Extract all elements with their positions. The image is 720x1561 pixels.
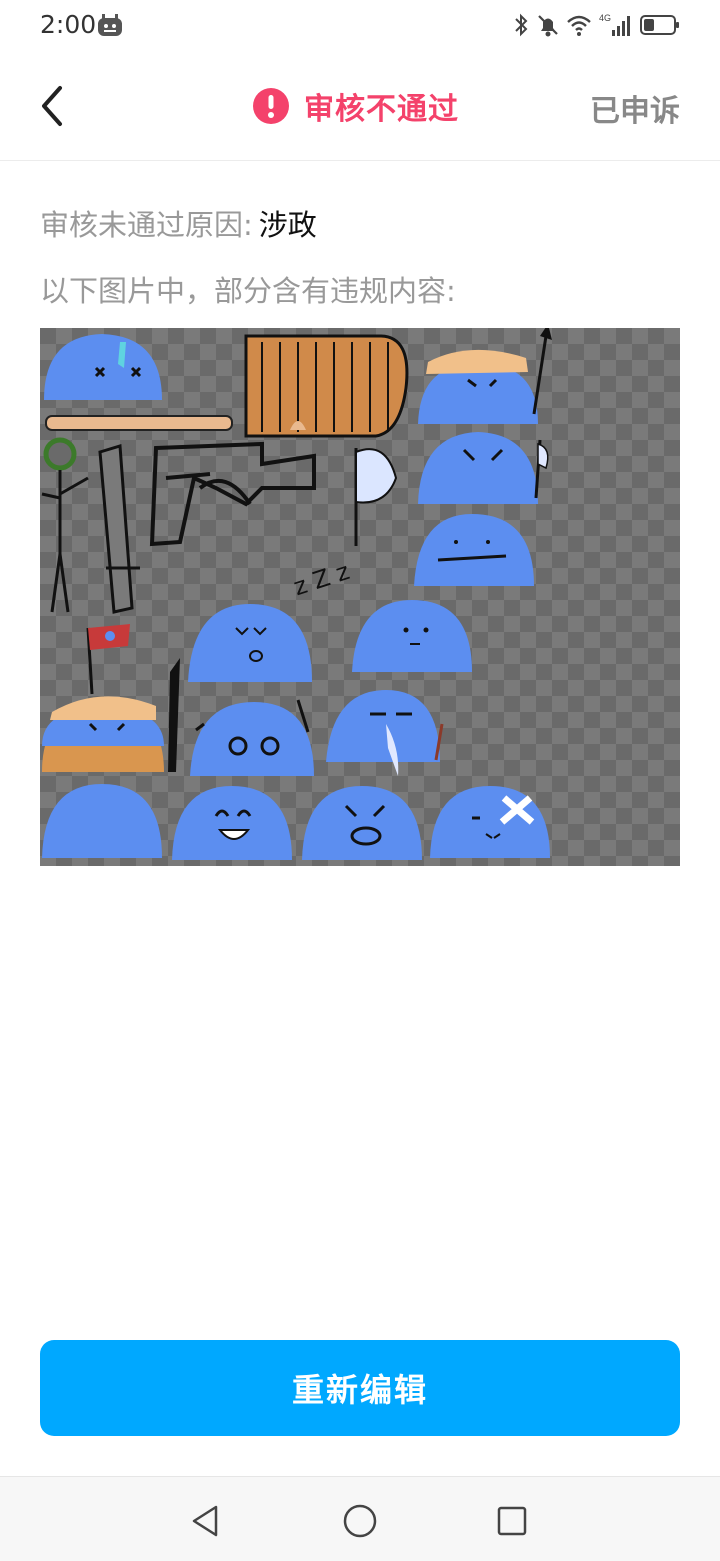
network-type-label: 4G (599, 13, 611, 23)
bluetooth-icon (515, 13, 528, 37)
re-edit-button[interactable]: 重新编辑 (40, 1340, 680, 1436)
wifi-icon (567, 15, 591, 36)
appealed-status-label: 已申诉 (590, 94, 680, 129)
status-time: 2:00 (40, 10, 97, 39)
back-button[interactable] (28, 78, 80, 134)
chevron-left-icon (42, 86, 62, 126)
android-app-icon (98, 14, 122, 36)
battery-icon (640, 15, 679, 35)
reason-value: 涉政 (258, 208, 317, 242)
home-circle-icon[interactable] (340, 1501, 380, 1541)
blob-hat-sticker (42, 696, 164, 772)
header: 审核不通过 已申诉 (0, 52, 720, 161)
status-icons: 4G (512, 10, 680, 40)
recents-square-icon[interactable] (492, 1501, 532, 1541)
status-bar: 2:00 4G (0, 0, 720, 52)
signal-icon: 4G (599, 13, 630, 36)
cage-sticker (244, 334, 409, 438)
violation-note: 以下图片中，部分含有违规内容: (40, 274, 456, 308)
review-reason: 审核未通过原因: 涉政 (40, 202, 317, 244)
bell-off-icon (538, 15, 558, 37)
plank-sticker (45, 415, 233, 431)
back-triangle-icon[interactable] (186, 1501, 226, 1541)
system-navigation-bar (0, 1476, 720, 1561)
alert-circle-icon (253, 88, 289, 124)
review-status-title: 审核不通过 (304, 92, 459, 127)
reason-label: 审核未通过原因: (40, 208, 253, 242)
sticker-sheet-image: z Z z (40, 328, 680, 866)
page-title: 审核不通过 (252, 82, 459, 130)
